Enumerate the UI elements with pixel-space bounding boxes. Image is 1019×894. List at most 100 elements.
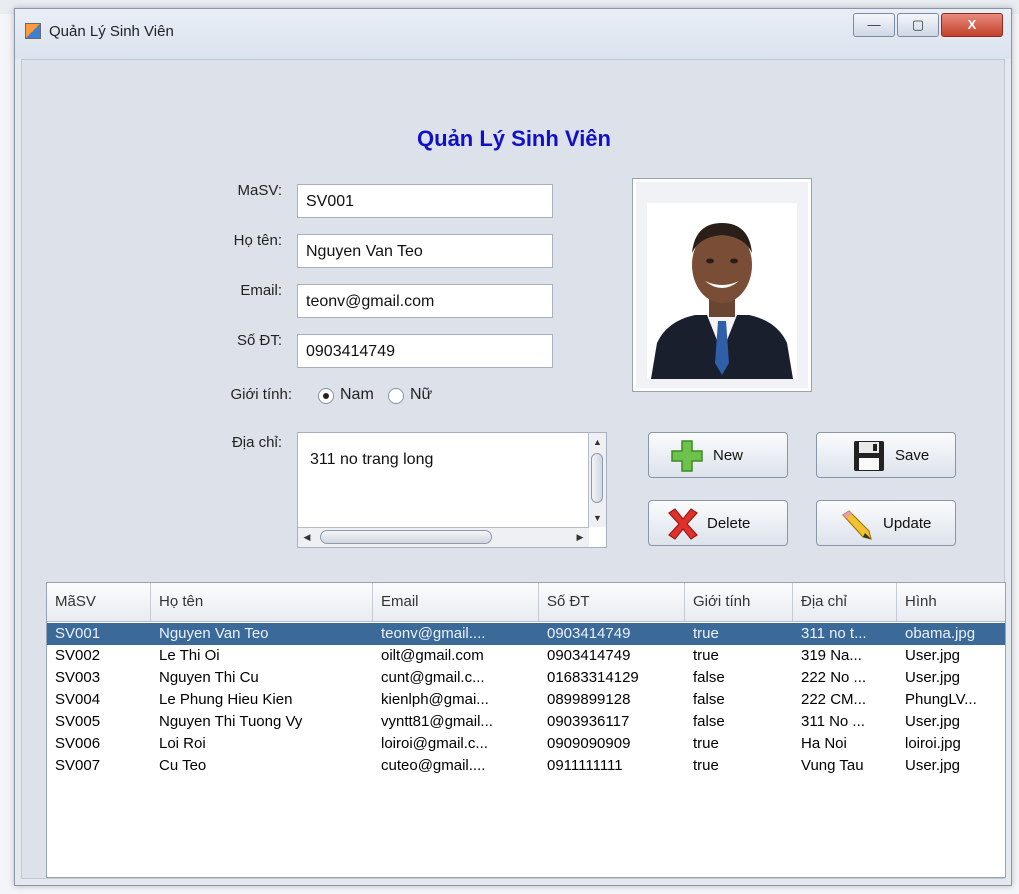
table-row[interactable]: SV007 Cu Teo cuteo@gmail.... 0911111111 … [47,755,1005,777]
page-title: Quản Lý Sinh Viên [417,126,611,151]
textarea-horizontal-scrollbar[interactable]: ◀ ▶ [298,527,589,547]
cell-masv: SV002 [55,647,101,664]
table-row[interactable]: SV001 Nguyen Van Teo teonv@gmail.... 090… [47,623,1005,645]
sdt-field[interactable]: 0903414749 [297,334,553,368]
delete-button-label: Delete [707,515,751,532]
student-photo [647,203,797,379]
new-button[interactable]: New [648,432,788,478]
cell-diachi: Vung Tau [801,757,864,774]
cell-hoten: Nguyen Thi Cu [159,669,259,686]
cell-gioitinh: false [693,669,725,686]
cell-sdt: 0903936117 [547,713,630,730]
form-panel: Quản Lý Sinh Viên MaSV: SV001 Họ tên: Ng… [21,59,1006,879]
textarea-vertical-scrollbar[interactable]: ▲ ▼ [588,433,606,527]
table-row[interactable]: SV005 Nguyen Thi Tuong Vy vyntt81@gmail.… [47,711,1005,733]
cell-gioitinh: false [693,713,725,730]
gender-male-label[interactable]: Nam [340,386,374,404]
student-photo-frame[interactable] [632,178,812,392]
cell-diachi: 319 Na... [801,647,862,664]
cell-sdt: 0899899128 [547,691,631,708]
cell-hinh: User.jpg [905,713,961,730]
cell-hinh: User.jpg [905,669,961,686]
cell-hoten: Le Thi Oi [159,647,220,664]
masv-label: MaSV: [237,182,282,199]
gender-female-radio[interactable] [388,388,404,404]
save-button[interactable]: Save [816,432,956,478]
red-x-icon [668,508,698,540]
cell-sdt: 0911111111 [547,757,623,774]
cell-hinh: User.jpg [905,647,961,664]
cell-email: kienlph@gmai... [381,691,489,708]
cell-hoten: Loi Roi [159,735,206,752]
title-bar[interactable]: Quản Lý Sinh Viên — ▢ X [15,9,1011,59]
cell-masv: SV003 [55,669,101,686]
hoten-label: Họ tên: [233,232,282,249]
sdt-label: Số ĐT: [236,332,282,349]
cell-gioitinh: true [693,757,719,774]
cell-diachi: 222 CM... [801,691,867,708]
column-header-gioitinh[interactable]: Giới tính [685,583,793,621]
plus-icon [671,440,703,472]
cell-email: loiroi@gmail.c... [381,735,488,752]
window-title: Quản Lý Sinh Viên [49,23,174,40]
update-button-label: Update [883,515,932,532]
app-window: Quản Lý Sinh Viên — ▢ X Quản Lý Sinh Viê… [14,8,1012,886]
masv-field[interactable]: SV001 [297,184,553,218]
cell-gioitinh: true [693,647,719,664]
java-app-icon [25,23,41,39]
column-header-diachi[interactable]: Địa chỉ [793,583,897,621]
scroll-up-arrow-icon[interactable]: ▲ [589,433,606,451]
hoten-field[interactable]: Nguyen Van Teo [297,234,553,268]
cell-masv: SV001 [55,625,101,642]
scroll-down-arrow-icon[interactable]: ▼ [589,509,606,527]
cell-email: teonv@gmail.... [381,625,486,642]
minimize-button[interactable]: — [853,13,895,37]
column-header-email[interactable]: Email [373,583,539,621]
cell-masv: SV005 [55,713,101,730]
maximize-button[interactable]: ▢ [897,13,939,37]
column-header-masv[interactable]: MãSV [47,583,151,621]
column-header-hinh[interactable]: Hình [897,583,1005,621]
cell-sdt: 0903414749 [547,625,631,642]
email-field[interactable]: teonv@gmail.com [297,284,553,318]
diachi-textarea[interactable]: 311 no trang long ▲ ▼ ◀ ▶ [297,432,607,548]
gender-male-radio[interactable] [318,388,334,404]
scroll-left-arrow-icon[interactable]: ◀ [298,528,316,547]
scroll-right-arrow-icon[interactable]: ▶ [571,528,589,547]
cell-hinh: PhungLV... [905,691,977,708]
cell-sdt: 0903414749 [547,647,631,664]
gender-female-label[interactable]: Nữ [410,386,432,404]
delete-button[interactable]: Delete [648,500,788,546]
cell-masv: SV007 [55,757,101,774]
cell-email: cuteo@gmail.... [381,757,486,774]
table-header: MãSV Họ tên Email Số ĐT Giới tính Địa ch… [47,583,1005,622]
table-row[interactable]: SV003 Nguyen Thi Cu cunt@gmail.c... 0168… [47,667,1005,689]
new-button-label: New [713,447,744,464]
radio-selected-dot [323,393,329,399]
pencil-icon [842,510,872,540]
table-row[interactable]: SV006 Loi Roi loiroi@gmail.c... 09090909… [47,733,1005,755]
save-button-label: Save [895,447,930,464]
cell-hinh: loiroi.jpg [905,735,961,752]
update-button[interactable]: Update [816,500,956,546]
floppy-disk-icon [854,441,884,471]
column-header-hoten[interactable]: Họ tên [151,583,373,621]
table-row[interactable]: SV002 Le Thi Oi oilt@gmail.com 090341474… [47,645,1005,667]
student-table[interactable]: MãSV Họ tên Email Số ĐT Giới tính Địa ch… [46,582,1006,878]
cell-diachi: Ha Noi [801,735,847,752]
close-button[interactable]: X [941,13,1003,37]
cell-email: vyntt81@gmail... [381,713,493,730]
cell-gioitinh: true [693,625,719,642]
cell-gioitinh: false [693,691,725,708]
cell-email: oilt@gmail.com [381,647,484,664]
email-label: Email: [240,282,282,299]
cell-hoten: Nguyen Thi Tuong Vy [159,713,303,730]
cell-gioitinh: true [693,735,719,752]
horizontal-scroll-thumb[interactable] [320,530,492,544]
column-header-sdt[interactable]: Số ĐT [539,583,685,621]
cell-diachi: 222 No ... [801,669,867,686]
vertical-scroll-thumb[interactable] [591,453,603,503]
cell-email: cunt@gmail.c... [381,669,485,686]
table-row[interactable]: SV004 Le Phung Hieu Kien kienlph@gmai...… [47,689,1005,711]
cell-hinh: User.jpg [905,757,961,774]
